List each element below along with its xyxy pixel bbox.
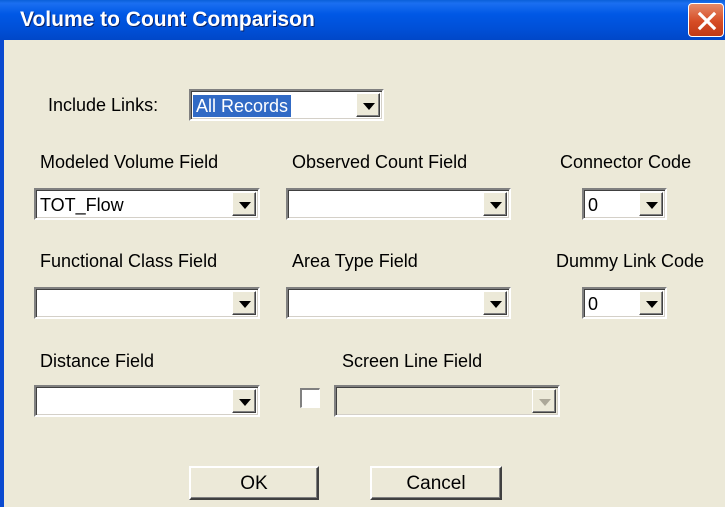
modeled-volume-label: Modeled Volume Field bbox=[40, 152, 219, 172]
connector-code-dropdown-button[interactable] bbox=[639, 192, 663, 216]
observed-count-label: Observed Count Field bbox=[292, 152, 468, 172]
close-button[interactable] bbox=[688, 3, 724, 37]
area-type-label: Area Type Field bbox=[292, 251, 418, 271]
include-links-label: Include Links: bbox=[48, 95, 159, 115]
connector-code-value: 0 bbox=[588, 195, 599, 215]
distance-label: Distance Field bbox=[40, 351, 155, 371]
window-title: Volume to Count Comparison bbox=[20, 8, 315, 31]
include-links-select[interactable]: All Records bbox=[189, 89, 384, 121]
chevron-down-icon bbox=[539, 399, 551, 406]
area-type-select[interactable] bbox=[286, 287, 511, 319]
dummy-link-code-value: 0 bbox=[588, 294, 599, 314]
screen-line-dropdown-button bbox=[532, 389, 556, 413]
chevron-down-icon bbox=[363, 103, 375, 110]
observed-count-select[interactable] bbox=[286, 188, 511, 220]
modeled-volume-value: TOT_Flow bbox=[40, 195, 124, 215]
window-border bbox=[0, 40, 4, 507]
include-links-dropdown-button[interactable] bbox=[356, 93, 380, 117]
modeled-volume-select[interactable]: TOT_Flow bbox=[34, 188, 260, 220]
close-icon bbox=[697, 11, 717, 31]
chevron-down-icon bbox=[646, 301, 658, 308]
functional-class-label: Functional Class Field bbox=[40, 251, 218, 271]
cancel-button[interactable]: Cancel bbox=[370, 466, 502, 500]
observed-count-dropdown-button[interactable] bbox=[483, 192, 507, 216]
chevron-down-icon bbox=[646, 202, 658, 209]
connector-code-select[interactable]: 0 bbox=[582, 188, 667, 220]
chevron-down-icon bbox=[490, 202, 502, 209]
chevron-down-icon bbox=[239, 202, 251, 209]
screen-line-label: Screen Line Field bbox=[342, 351, 483, 371]
functional-class-dropdown-button[interactable] bbox=[232, 291, 256, 315]
dummy-link-code-select[interactable]: 0 bbox=[582, 287, 667, 319]
dummy-link-code-dropdown-button[interactable] bbox=[639, 291, 663, 315]
area-type-dropdown-button[interactable] bbox=[483, 291, 507, 315]
functional-class-select[interactable] bbox=[34, 287, 260, 319]
chevron-down-icon bbox=[239, 301, 251, 308]
connector-code-label: Connector Code bbox=[560, 152, 692, 172]
ok-button[interactable]: OK bbox=[189, 466, 319, 500]
modeled-volume-dropdown-button[interactable] bbox=[232, 192, 256, 216]
chevron-down-icon bbox=[490, 301, 502, 308]
screen-line-checkbox[interactable] bbox=[300, 388, 320, 408]
dummy-link-code-label: Dummy Link Code bbox=[556, 251, 705, 271]
title-bar[interactable]: Volume to Count Comparison bbox=[0, 0, 725, 40]
chevron-down-icon bbox=[239, 399, 251, 406]
distance-dropdown-button[interactable] bbox=[232, 389, 256, 413]
distance-select[interactable] bbox=[34, 385, 260, 417]
screen-line-select bbox=[334, 385, 560, 417]
include-links-value: All Records bbox=[193, 95, 292, 117]
